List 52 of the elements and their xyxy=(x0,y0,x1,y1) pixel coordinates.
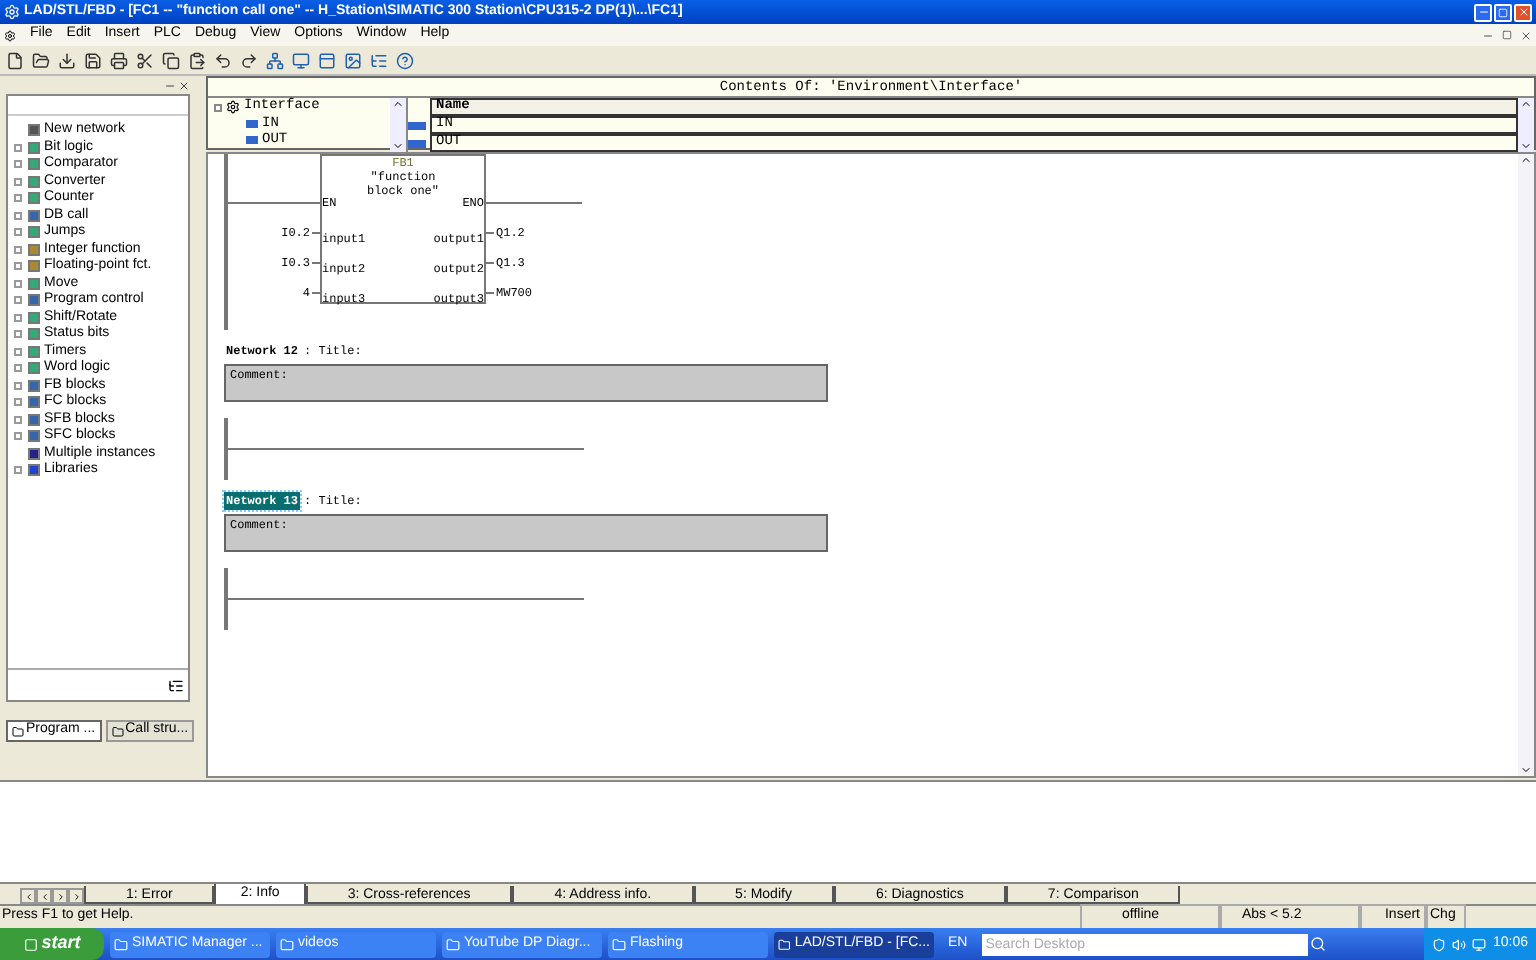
save-icon[interactable] xyxy=(84,51,102,69)
monitor-icon[interactable] xyxy=(1472,937,1487,951)
folder-icon xyxy=(12,725,24,737)
scroll-down-icon[interactable] xyxy=(392,140,404,152)
close-button[interactable] xyxy=(1514,3,1532,21)
next-tab-button[interactable] xyxy=(52,888,68,904)
restore-button[interactable] xyxy=(1494,3,1512,21)
folder-icon xyxy=(778,937,791,951)
undo-icon[interactable] xyxy=(214,51,232,69)
folder-icon xyxy=(280,937,294,951)
gear-icon xyxy=(226,100,240,114)
previous-tab-button[interactable] xyxy=(36,888,52,904)
cut-icon[interactable] xyxy=(136,51,154,69)
tree-icon[interactable] xyxy=(168,677,184,693)
paste-icon[interactable] xyxy=(188,51,206,69)
scroll-down-icon[interactable] xyxy=(1520,764,1532,776)
redo-icon[interactable] xyxy=(240,51,258,69)
scroll-up-icon[interactable] xyxy=(1520,98,1532,110)
scrollbar[interactable] xyxy=(390,98,406,152)
print-icon[interactable] xyxy=(110,51,128,69)
folder-icon xyxy=(114,937,128,951)
copy-icon[interactable] xyxy=(162,51,180,69)
minimize-button[interactable] xyxy=(1474,3,1492,21)
image-icon[interactable] xyxy=(344,51,362,69)
scrollbar[interactable] xyxy=(1518,154,1534,776)
close-icon xyxy=(1517,6,1529,18)
previous-tab-button[interactable] xyxy=(20,888,36,904)
scroll-down-icon[interactable] xyxy=(1520,140,1532,152)
help-icon[interactable] xyxy=(396,51,414,69)
monitor-icon[interactable] xyxy=(292,51,310,69)
network-icon[interactable] xyxy=(266,51,284,69)
close-icon[interactable] xyxy=(178,80,190,92)
folder-icon xyxy=(446,937,460,951)
app-icon xyxy=(4,4,20,20)
start-button[interactable]: start xyxy=(0,928,104,960)
scroll-up-icon[interactable] xyxy=(1520,154,1532,166)
close-icon[interactable] xyxy=(1520,29,1532,41)
new-file-icon[interactable] xyxy=(6,51,24,69)
download-icon[interactable] xyxy=(58,51,76,69)
restore-icon xyxy=(1498,7,1508,17)
scroll-up-icon[interactable] xyxy=(392,98,404,110)
shield-icon[interactable] xyxy=(1432,937,1447,951)
expand-icon[interactable] xyxy=(14,466,22,475)
restore-icon[interactable] xyxy=(1502,29,1512,39)
folder-icon xyxy=(111,725,124,737)
volume-icon[interactable] xyxy=(1452,937,1467,951)
search-icon[interactable] xyxy=(1309,936,1326,952)
panel-icon[interactable] xyxy=(318,51,336,69)
folder-icon xyxy=(612,937,626,951)
open-folder-icon[interactable] xyxy=(32,51,50,69)
next-tab-button[interactable] xyxy=(68,888,84,904)
scrollbar[interactable] xyxy=(1518,98,1534,152)
